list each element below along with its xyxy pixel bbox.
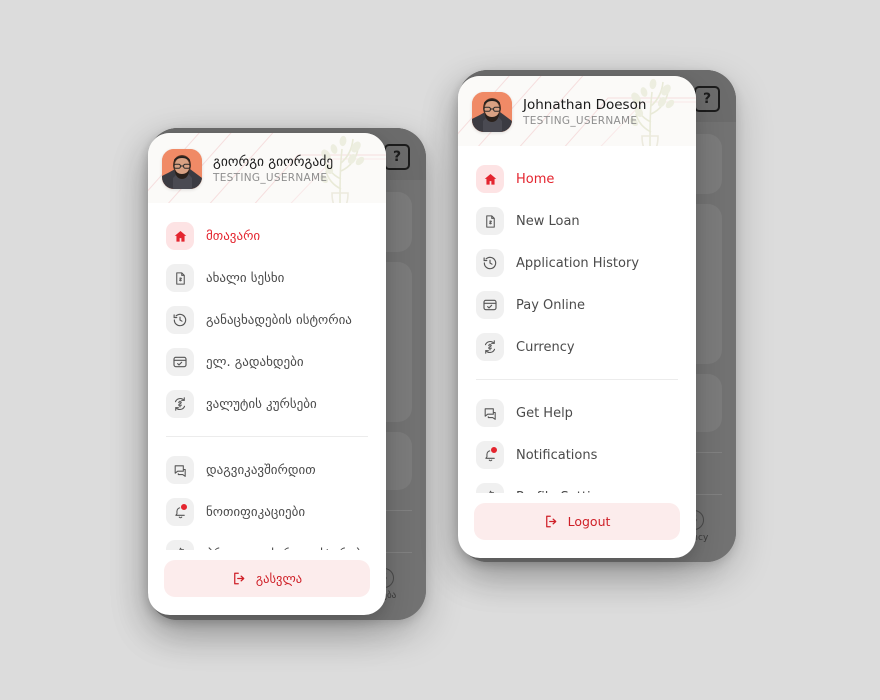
drawer-header: გიორგი გიორგაძე TESTING_USERNAME (148, 133, 386, 203)
drawer-footer: გასვლა (148, 550, 386, 615)
sidebar-item-application-history[interactable]: Application History (458, 242, 696, 284)
chat-bubbles-icon (476, 399, 504, 427)
avatar[interactable] (162, 149, 202, 189)
sidebar-item-label: განაცხადების ისტორია (206, 312, 352, 328)
sidebar-item-currency[interactable]: ვალუტის კურსები (148, 383, 386, 425)
sidebar-item-label: ახალი სესხი (206, 270, 285, 286)
user-name: Johnathan Doeson (523, 96, 647, 113)
menu-divider (166, 436, 368, 437)
sidebar-item-pay-online[interactable]: Pay Online (458, 284, 696, 326)
home-icon (476, 165, 504, 193)
sidebar-item-new-loan[interactable]: ახალი სესხი (148, 257, 386, 299)
question-mark-icon[interactable]: ? (384, 144, 410, 170)
card-check-icon (166, 348, 194, 376)
user-avatar-photo (472, 92, 512, 132)
sidebar-item-label: ელ. გადახდები (206, 354, 304, 370)
sidebar-item-get-help[interactable]: დაგვიკავშირდით (148, 449, 386, 491)
sidebar-item-label: Get Help (516, 405, 573, 421)
currency-exchange-icon (476, 333, 504, 361)
gear-icon (476, 483, 504, 493)
sidebar-item-label: Application History (516, 255, 640, 271)
user-name: გიორგი გიორგაძე (213, 153, 334, 170)
card-check-icon (476, 291, 504, 319)
sidebar-item-label: ვალუტის კურსები (206, 396, 317, 412)
bell-icon (166, 498, 194, 526)
drawer-menu-ka: მთავარი ახალი სესხი განაცხადების ისტორია… (148, 203, 386, 550)
sidebar-item-application-history[interactable]: განაცხადების ისტორია (148, 299, 386, 341)
sidebar-item-label: Notifications (516, 447, 598, 463)
notification-badge-dot (180, 503, 188, 511)
sidebar-item-label: New Loan (516, 213, 580, 229)
sidebar-item-label: Currency (516, 339, 575, 355)
user-handle: TESTING_USERNAME (213, 172, 328, 185)
avatar[interactable] (472, 92, 512, 132)
sidebar-item-label: მთავარი (206, 228, 261, 244)
navigation-drawer-english: Johnathan Doeson TESTING_USERNAME Home N… (458, 76, 696, 558)
logout-arrow-icon (545, 515, 556, 528)
logout-label: Logout (567, 514, 611, 529)
drawer-footer: Logout (458, 493, 696, 558)
sidebar-item-label: Pay Online (516, 297, 585, 313)
drawer-menu-en: Home New Loan Application History Pay On… (458, 146, 696, 493)
sidebar-item-label: ნოთიფიკაციები (206, 504, 306, 520)
logout-button[interactable]: გასვლა (164, 560, 370, 597)
logout-arrow-icon (234, 572, 245, 585)
sidebar-item-profile-settings[interactable]: Profile Settings (458, 476, 696, 493)
sidebar-item-get-help[interactable]: Get Help (458, 392, 696, 434)
drawer-header: Johnathan Doeson TESTING_USERNAME (458, 76, 696, 146)
gear-icon (166, 540, 194, 550)
logout-button[interactable]: Logout (474, 503, 680, 540)
history-clock-icon (166, 306, 194, 334)
menu-divider (476, 379, 678, 380)
document-dollar-icon (166, 264, 194, 292)
sidebar-item-pay-online[interactable]: ელ. გადახდები (148, 341, 386, 383)
currency-exchange-icon (166, 390, 194, 418)
navigation-drawer-georgian: გიორგი გიორგაძე TESTING_USERNAME მთავარი… (148, 133, 386, 615)
user-handle: TESTING_USERNAME (523, 115, 638, 128)
history-clock-icon (476, 249, 504, 277)
sidebar-item-profile-settings[interactable]: პროფილის რედაქტირება (148, 533, 386, 550)
logout-label: გასვლა (255, 571, 303, 586)
bell-icon (476, 441, 504, 469)
sidebar-item-home[interactable]: Home (458, 158, 696, 200)
sidebar-item-notifications[interactable]: Notifications (458, 434, 696, 476)
home-icon (166, 222, 194, 250)
sidebar-item-notifications[interactable]: ნოთიფიკაციები (148, 491, 386, 533)
sidebar-item-home[interactable]: მთავარი (148, 215, 386, 257)
notification-badge-dot (490, 446, 498, 454)
sidebar-item-label: დაგვიკავშირდით (206, 462, 316, 478)
question-mark-icon[interactable]: ? (694, 86, 720, 112)
document-dollar-icon (476, 207, 504, 235)
chat-bubbles-icon (166, 456, 194, 484)
sidebar-item-currency[interactable]: Currency (458, 326, 696, 368)
sidebar-item-label: Home (516, 171, 555, 187)
sidebar-item-new-loan[interactable]: New Loan (458, 200, 696, 242)
user-avatar-photo (162, 149, 202, 189)
